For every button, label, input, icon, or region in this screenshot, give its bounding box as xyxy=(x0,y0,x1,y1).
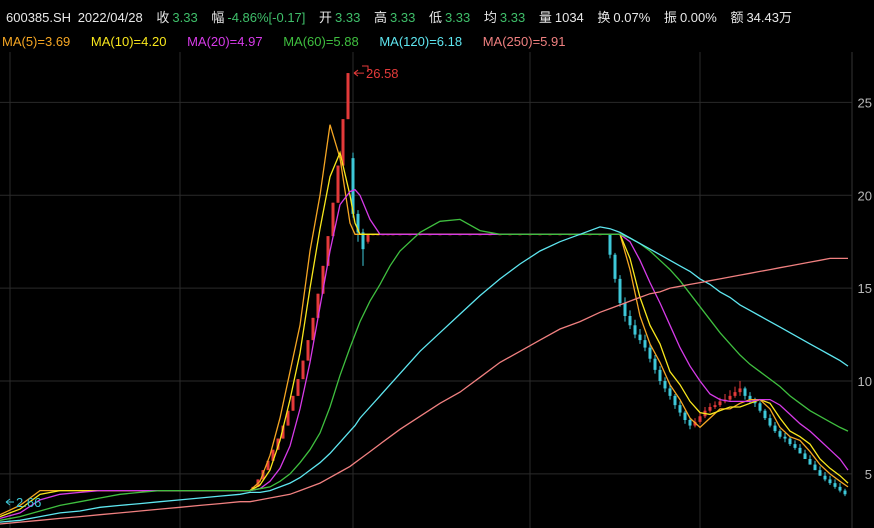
candle-body-66 xyxy=(688,420,692,426)
amplitude-label: 振 xyxy=(663,10,677,25)
candle-body-64 xyxy=(678,405,682,413)
candle-body-88 xyxy=(798,447,802,454)
candle-body-60 xyxy=(658,369,662,381)
high-value: 3.33 xyxy=(390,10,416,25)
candle-body-55 xyxy=(633,325,637,335)
candle-body-72 xyxy=(718,401,722,406)
candle-body-74 xyxy=(728,395,732,400)
candle-body-96 xyxy=(838,486,842,491)
ma-line-5 xyxy=(0,257,848,525)
candle-body-90 xyxy=(808,459,812,465)
y-tick-label-3: 20 xyxy=(858,188,872,203)
candle-body-93 xyxy=(823,475,827,480)
ma-legend: MA(5)=3.69 MA(10)=4.20 MA(20)=4.97 MA(60… xyxy=(2,34,582,49)
low-label: 低 xyxy=(428,10,442,25)
candle-body-80 xyxy=(758,403,762,411)
quote-header: 600385.SH 2022/04/28 收 3.33 幅 -4.86%[-0.17… xyxy=(6,7,795,26)
turnover-label: 换 xyxy=(597,10,611,25)
candle-body-56 xyxy=(638,334,642,341)
turnover-value: 0.07% xyxy=(613,10,651,25)
ma-line-2 xyxy=(0,188,849,520)
candle-body-59 xyxy=(653,358,657,370)
amount-value: 34.43万 xyxy=(746,10,792,25)
candle-body-84 xyxy=(778,431,782,437)
candle-body-63 xyxy=(673,395,677,406)
high-marker-arrow xyxy=(353,69,364,77)
candle-body-10 xyxy=(301,360,305,380)
candle-body-58 xyxy=(648,347,652,359)
candle-body-97 xyxy=(843,490,847,495)
ma-line-4 xyxy=(0,226,849,523)
ma120-legend[interactable]: MA(120)=6.18 xyxy=(379,34,462,49)
y-tick-label-1: 10 xyxy=(858,374,872,389)
candle-body-82 xyxy=(768,418,772,426)
y-tick-label-0: 5 xyxy=(865,467,872,482)
candle-body-57 xyxy=(643,340,647,348)
y-axis: 5 10 15 20 25 xyxy=(858,95,872,481)
ma-line-0 xyxy=(0,124,849,516)
stock-code: 600385.SH xyxy=(6,10,72,25)
candle-body-75 xyxy=(733,392,737,396)
candle-body-50 xyxy=(608,234,612,255)
close-value: 3.33 xyxy=(172,10,198,25)
close-label: 收 xyxy=(156,10,170,25)
candle-body-77 xyxy=(743,388,747,396)
candle-body-70 xyxy=(708,407,712,411)
ma60-legend[interactable]: MA(60)=5.88 xyxy=(283,34,359,49)
ma20-legend[interactable]: MA(20)=4.97 xyxy=(187,34,263,49)
ma-lines xyxy=(0,124,849,525)
ma250-legend[interactable]: MA(250)=5.91 xyxy=(483,34,566,49)
candlestick-series xyxy=(251,73,847,497)
candle-body-92 xyxy=(818,470,822,476)
candle-body-23 xyxy=(366,234,370,242)
chart-grid xyxy=(0,52,853,528)
candle-body-95 xyxy=(833,483,837,487)
candle-body-65 xyxy=(683,412,687,420)
y-tick-label-2: 15 xyxy=(858,281,872,296)
ma10-legend[interactable]: MA(10)=4.20 xyxy=(91,34,167,49)
high-label: 高 xyxy=(373,10,387,25)
volume-value: 1034 xyxy=(554,10,584,25)
candle-body-87 xyxy=(793,444,797,448)
candle-body-52 xyxy=(618,278,622,303)
low-value: 3.33 xyxy=(444,10,471,25)
candle-body-17 xyxy=(336,165,340,203)
candle-body-81 xyxy=(763,410,767,419)
candle-body-86 xyxy=(788,438,792,445)
change-label: 幅 xyxy=(211,10,225,25)
candle-body-85 xyxy=(783,436,787,439)
candle-body-71 xyxy=(713,405,717,407)
candle-body-61 xyxy=(663,381,667,389)
candle-body-83 xyxy=(773,425,777,432)
avg-label: 均 xyxy=(483,10,497,25)
candle-body-91 xyxy=(813,464,817,471)
candle-body-89 xyxy=(803,453,807,459)
candle-body-76 xyxy=(738,388,742,393)
open-label: 开 xyxy=(319,10,333,25)
candle-body-19 xyxy=(346,73,350,120)
candle-body-94 xyxy=(828,479,832,484)
change-value: -4.86%[-0.17] xyxy=(227,10,306,25)
candle-body-8 xyxy=(291,395,295,411)
amplitude-value: 0.00% xyxy=(679,10,717,25)
candle-body-54 xyxy=(628,316,632,326)
ma-line-1 xyxy=(0,150,849,518)
amount-label: 额 xyxy=(730,10,744,25)
candle-body-53 xyxy=(623,303,627,316)
avg-value: 3.33 xyxy=(499,10,526,25)
ma-line-3 xyxy=(0,218,849,521)
quote-date: 2022/04/28 xyxy=(77,10,143,25)
candle-body-9 xyxy=(296,379,300,396)
low-price-label: 2.66 xyxy=(16,495,41,510)
candle-body-11 xyxy=(306,340,310,361)
candle-body-68 xyxy=(698,416,702,422)
high-price-label: 26.58 xyxy=(366,66,399,81)
candle-body-51 xyxy=(613,254,617,279)
candle-body-62 xyxy=(668,388,672,396)
open-value: 3.33 xyxy=(335,10,361,25)
kline-chart[interactable]: 5 10 15 20 25 26.58 2.66 xyxy=(0,52,874,528)
y-tick-label-4: 25 xyxy=(858,95,872,110)
volume-label: 量 xyxy=(538,10,552,25)
ma5-legend[interactable]: MA(5)=3.69 xyxy=(2,34,70,49)
